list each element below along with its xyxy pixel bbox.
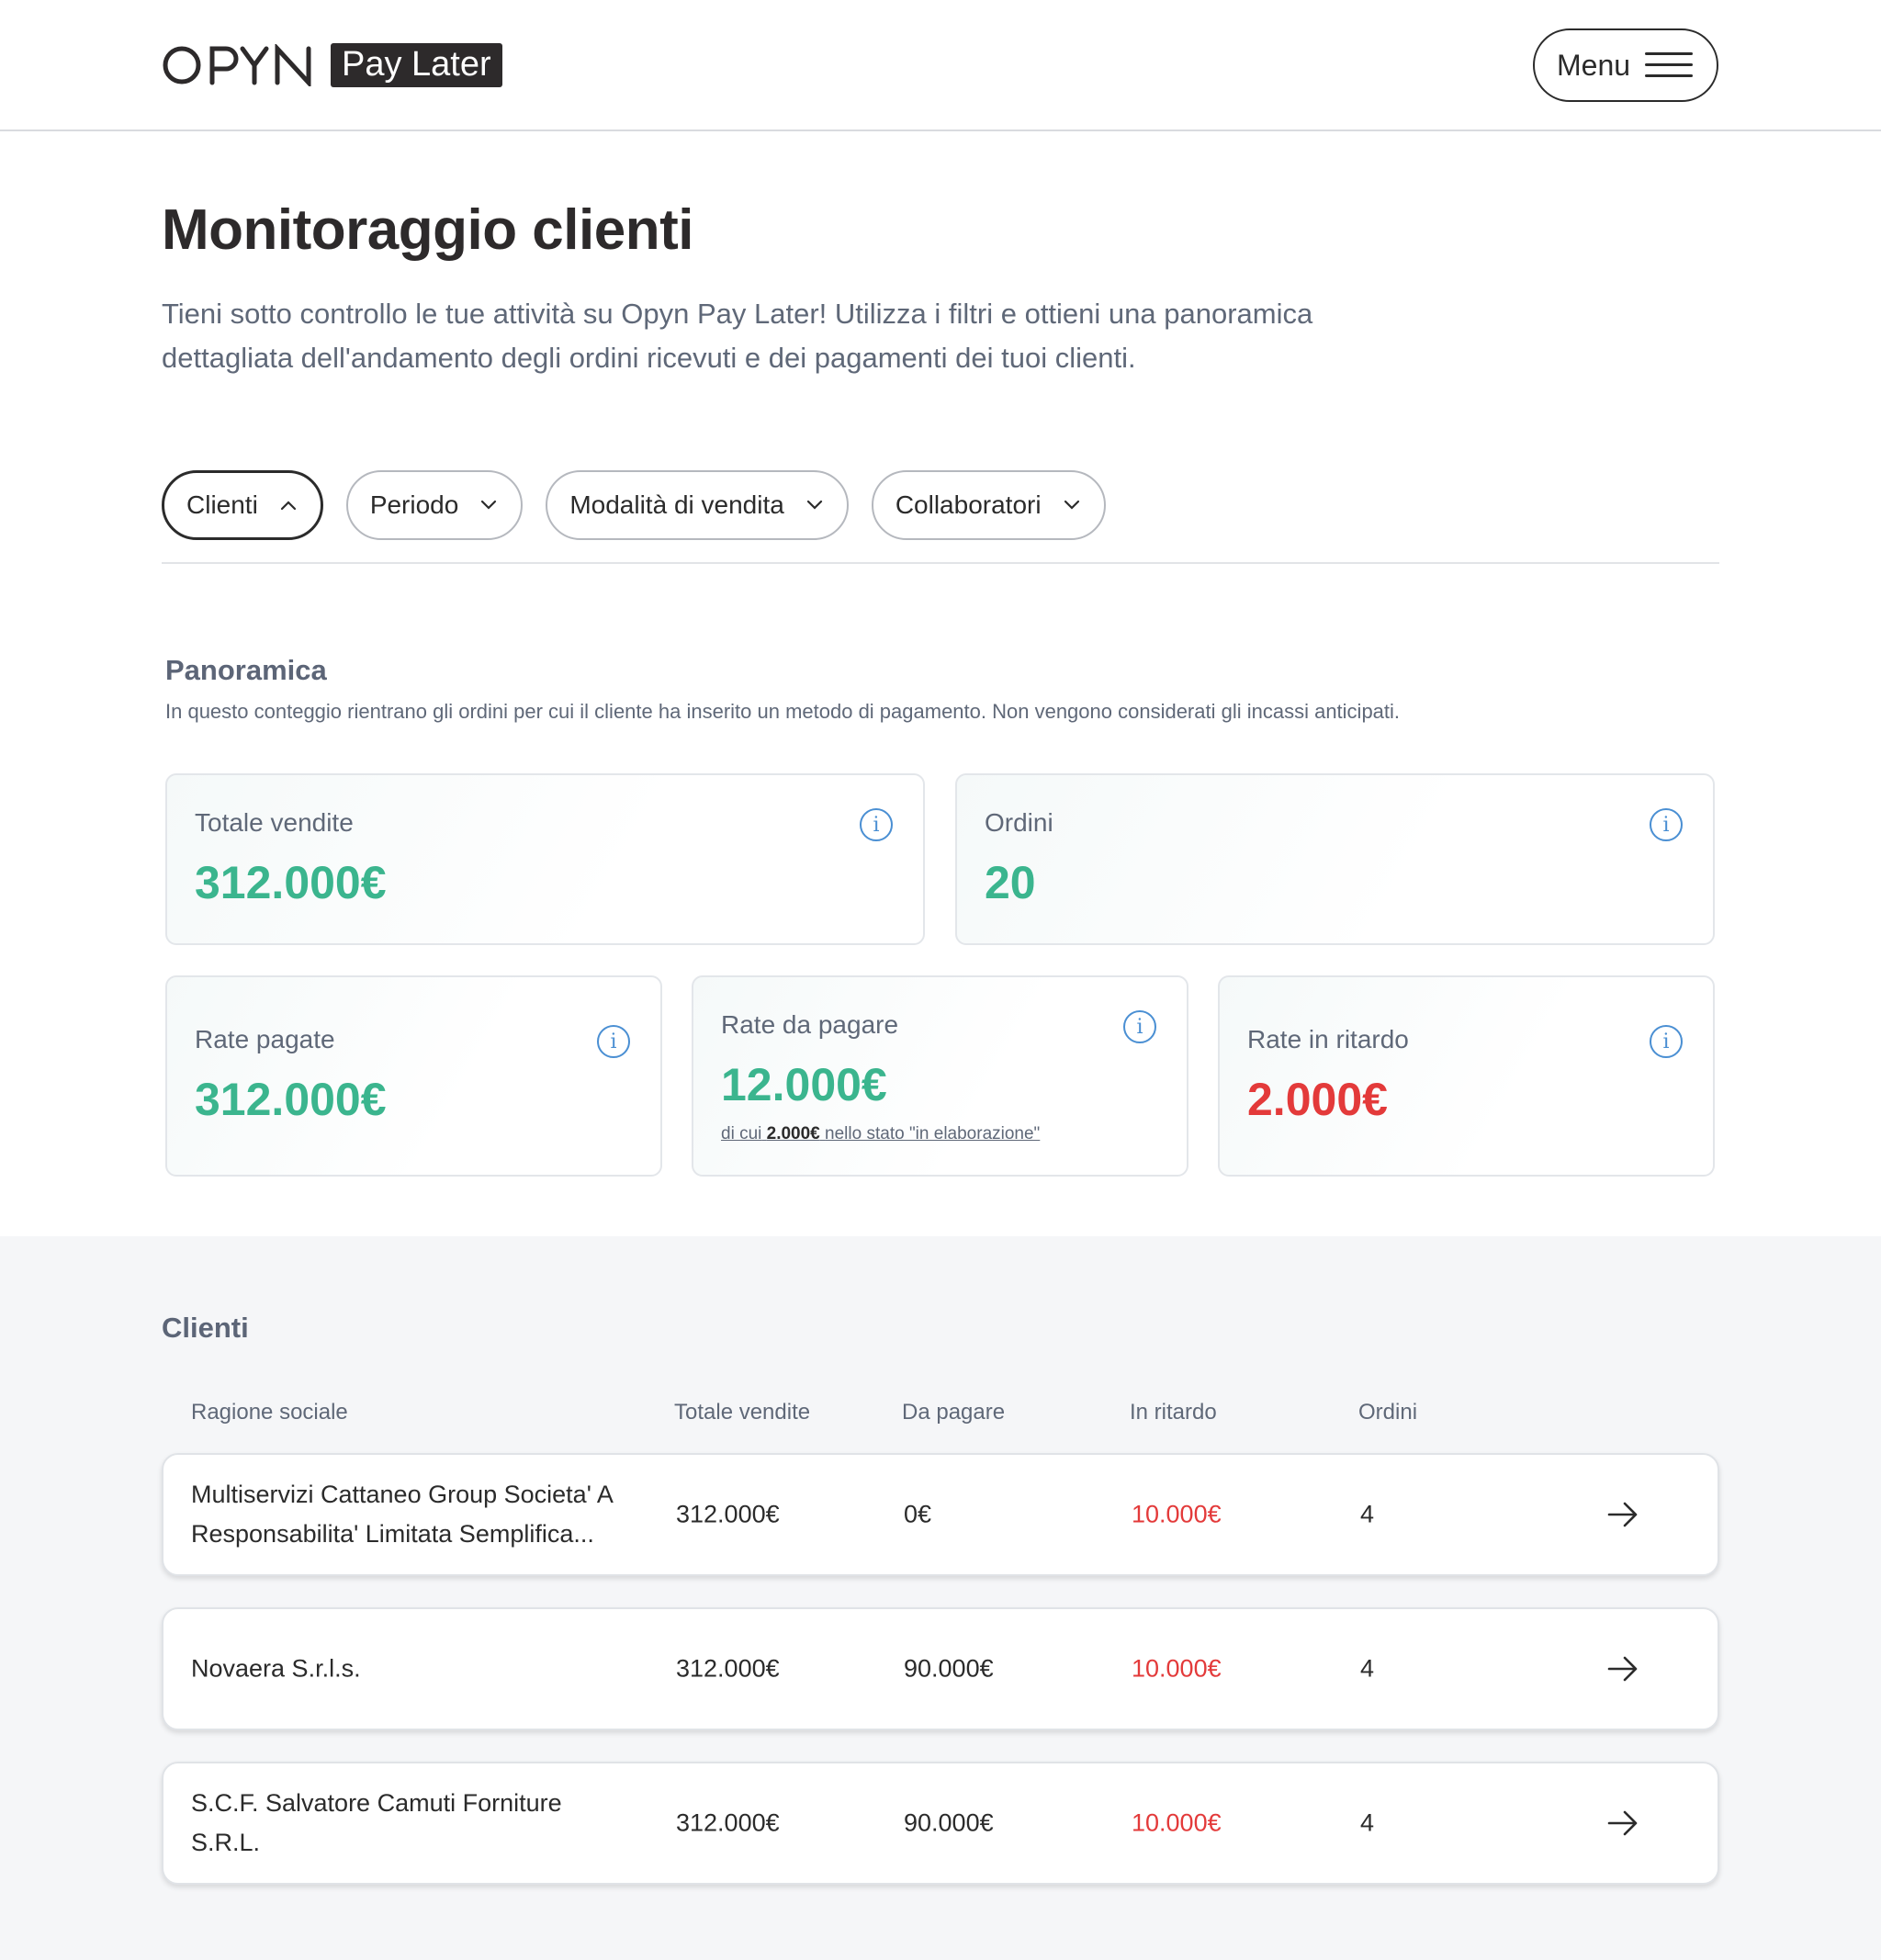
- column-header-totale-vendite: Totale vendite: [674, 1400, 811, 1425]
- filter-periodo[interactable]: Periodo: [345, 470, 524, 540]
- filter-label: Collaboratori: [895, 490, 1042, 519]
- filter-modalita-vendita[interactable]: Modalità di vendita: [546, 470, 849, 540]
- info-icon[interactable]: i: [597, 1025, 630, 1058]
- in-ritardo-value: 10.000€: [1132, 1500, 1222, 1528]
- note-suffix: nello stato "in elaborazione": [825, 1124, 1041, 1143]
- filters-bar: Clienti Periodo Modalità di vendita Coll…: [162, 470, 1106, 540]
- card-rate-in-ritardo: Rate in ritardo 2.000€ i: [1218, 975, 1715, 1177]
- card-value: 12.000€: [721, 1059, 887, 1110]
- note-amount: 2.000€: [766, 1124, 820, 1143]
- table-row[interactable]: Multiservizi Cattaneo Group Societa' A R…: [162, 1453, 1719, 1576]
- arrow-right-icon[interactable]: [1607, 1655, 1639, 1683]
- card-ordini: Ordini 20 i: [955, 773, 1715, 945]
- menu-button[interactable]: Menu: [1533, 28, 1718, 102]
- filter-label: Clienti: [186, 490, 258, 519]
- ordini-value: 4: [1360, 1808, 1375, 1837]
- card-value: 2.000€: [1247, 1074, 1388, 1125]
- ordini-value: 4: [1360, 1500, 1375, 1528]
- chevron-down-icon: [805, 495, 825, 515]
- opyn-pay-later-logo[interactable]: Pay Later: [162, 42, 502, 88]
- hamburger-icon: [1645, 51, 1694, 79]
- da-pagare-value: 0€: [904, 1500, 932, 1528]
- note-prefix: di cui: [721, 1124, 762, 1143]
- arrow-right-icon[interactable]: [1607, 1809, 1639, 1837]
- ordini-value: 4: [1360, 1654, 1375, 1683]
- card-value: 20: [985, 857, 1036, 908]
- card-value: 312.000€: [195, 1074, 387, 1125]
- pay-later-badge: Pay Later: [331, 43, 502, 87]
- chevron-down-icon: [479, 495, 499, 515]
- info-icon[interactable]: i: [860, 808, 893, 841]
- card-label: Rate in ritardo: [1247, 1025, 1409, 1053]
- table-row[interactable]: Novaera S.r.l.s. 312.000€ 90.000€ 10.000…: [162, 1607, 1719, 1730]
- page-description: Tieni sotto controllo le tue attività su…: [162, 298, 1313, 374]
- arrow-right-icon[interactable]: [1607, 1501, 1639, 1528]
- clients-title: Clienti: [162, 1312, 249, 1344]
- table-row[interactable]: S.C.F. Salvatore Camuti Forniture S.R.L.…: [162, 1762, 1719, 1885]
- filter-label: Periodo: [369, 490, 459, 519]
- totale-vendite-value: 312.000€: [676, 1500, 780, 1528]
- client-name: Novaera S.r.l.s.: [191, 1654, 361, 1683]
- da-pagare-value: 90.000€: [904, 1654, 994, 1683]
- totale-vendite-value: 312.000€: [676, 1808, 780, 1837]
- card-label: Ordini: [985, 808, 1053, 837]
- card-rate-pagate: Rate pagate 312.000€ i: [165, 975, 662, 1177]
- menu-label: Menu: [1557, 48, 1631, 82]
- card-label: Rate da pagare: [721, 1010, 899, 1039]
- page-title: Monitoraggio clienti: [162, 198, 693, 262]
- in-ritardo-value: 10.000€: [1132, 1808, 1222, 1837]
- card-label: Totale vendite: [195, 808, 354, 837]
- chevron-down-icon: [1062, 495, 1082, 515]
- filters-divider: [162, 562, 1719, 564]
- info-icon[interactable]: i: [1650, 1025, 1683, 1058]
- totale-vendite-value: 312.000€: [676, 1654, 780, 1683]
- column-header-ordini: Ordini: [1358, 1400, 1418, 1425]
- column-header-da-pagare: Da pagare: [902, 1400, 1006, 1425]
- column-header-in-ritardo: In ritardo: [1130, 1400, 1217, 1425]
- top-header: Pay Later Menu: [0, 0, 1881, 131]
- overview-title: Panoramica: [165, 654, 327, 686]
- card-totale-vendite: Totale vendite 312.000€ i: [165, 773, 925, 945]
- in-elaborazione-link[interactable]: di cui 2.000€ nello stato "in elaborazio…: [721, 1124, 1040, 1144]
- filter-collaboratori[interactable]: Collaboratori: [871, 470, 1106, 540]
- info-icon[interactable]: i: [1650, 808, 1683, 841]
- card-rate-da-pagare: Rate da pagare 12.000€ i di cui 2.000€ n…: [692, 975, 1188, 1177]
- overview-description: In questo conteggio rientrano gli ordini…: [165, 700, 1401, 723]
- card-label: Rate pagate: [195, 1025, 335, 1053]
- card-value: 312.000€: [195, 857, 387, 908]
- da-pagare-value: 90.000€: [904, 1808, 994, 1837]
- chevron-up-icon: [278, 495, 298, 515]
- filter-label: Modalità di vendita: [569, 490, 784, 519]
- column-header-ragione-sociale: Ragione sociale: [191, 1400, 348, 1425]
- filter-clienti[interactable]: Clienti: [162, 470, 323, 540]
- opyn-wordmark-icon: [163, 44, 311, 86]
- info-icon[interactable]: i: [1123, 1010, 1156, 1043]
- in-ritardo-value: 10.000€: [1132, 1654, 1222, 1683]
- client-name: S.C.F. Salvatore Camuti Forniture S.R.L.: [191, 1789, 562, 1856]
- client-name: Multiservizi Cattaneo Group Societa' A R…: [191, 1481, 613, 1548]
